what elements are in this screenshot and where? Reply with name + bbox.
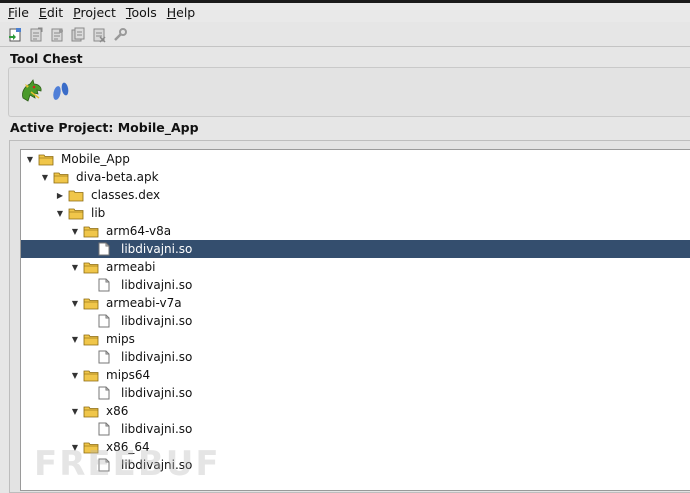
folder-open-icon bbox=[83, 296, 99, 310]
menu-tools[interactable]: Tools bbox=[126, 5, 157, 20]
tree-label-lib: lib bbox=[91, 206, 106, 220]
tree-label-file: libdivajni.so bbox=[121, 350, 193, 364]
folder-open-icon bbox=[83, 332, 99, 346]
tree-label-file: libdivajni.so bbox=[121, 278, 193, 292]
tree-row-classes[interactable]: ▶ classes.dex bbox=[55, 186, 162, 204]
tree-label-apk: diva-beta.apk bbox=[76, 170, 159, 184]
expand-toggle-icon[interactable]: ▼ bbox=[40, 172, 50, 182]
tree-row-file[interactable]: libdivajni.so bbox=[98, 276, 194, 294]
tree-row-folder[interactable]: ▼ x86 bbox=[70, 402, 130, 420]
tree-label-folder: arm64-v8a bbox=[106, 224, 172, 238]
active-project-title: Active Project: Mobile_App bbox=[10, 120, 199, 135]
tree-row-folder[interactable]: ▼ arm64-v8a bbox=[70, 222, 173, 240]
export-icon[interactable] bbox=[48, 26, 66, 44]
tree-label-folder: mips64 bbox=[106, 368, 151, 382]
tree-row-file[interactable]: libdivajni.so bbox=[98, 348, 194, 366]
tree-row-file[interactable]: libdivajni.so bbox=[98, 420, 194, 438]
tool-chest-panel bbox=[8, 67, 690, 117]
file-icon bbox=[98, 422, 114, 436]
expand-toggle-icon[interactable]: ▼ bbox=[70, 262, 80, 272]
folder-open-icon bbox=[83, 404, 99, 418]
delete-icon[interactable] bbox=[90, 26, 108, 44]
expand-toggle-icon[interactable]: ▼ bbox=[70, 406, 80, 416]
tree-label-classes: classes.dex bbox=[91, 188, 161, 202]
expand-toggle-icon[interactable]: ▼ bbox=[70, 298, 80, 308]
tree-label-file: libdivajni.so bbox=[121, 242, 193, 256]
folder-closed-icon bbox=[68, 188, 84, 202]
watermark: FREEBUF bbox=[34, 444, 221, 484]
tree-label-folder: armeabi-v7a bbox=[106, 296, 182, 310]
folder-open-icon bbox=[68, 206, 84, 220]
project-tree-panel: ▼ Mobile_App ▼ diva-beta.apk ▶ classes.d… bbox=[9, 140, 690, 493]
codebrowser-dragon-icon[interactable] bbox=[19, 78, 45, 107]
folder-open-icon bbox=[53, 170, 69, 184]
collapse-toggle-icon[interactable]: ▶ bbox=[55, 190, 65, 200]
tree-row-folder[interactable]: ▼ mips bbox=[70, 330, 137, 348]
tree-label-folder: armeabi bbox=[106, 260, 156, 274]
batch-import-icon[interactable] bbox=[69, 26, 87, 44]
version-tracking-footprints-icon[interactable] bbox=[51, 78, 71, 107]
folder-open-icon bbox=[83, 260, 99, 274]
menu-bar: File Edit Project Tools Help bbox=[0, 3, 690, 22]
menu-file[interactable]: File bbox=[8, 5, 29, 20]
tree-label-folder: mips bbox=[106, 332, 135, 346]
tree-row-apk[interactable]: ▼ diva-beta.apk bbox=[40, 168, 161, 186]
expand-toggle-icon[interactable]: ▼ bbox=[55, 208, 65, 218]
file-icon bbox=[98, 386, 114, 400]
file-icon bbox=[98, 242, 114, 256]
tree-row-root[interactable]: ▼ Mobile_App bbox=[25, 150, 132, 168]
tree-row-folder[interactable]: ▼ armeabi bbox=[70, 258, 157, 276]
tree-row-file[interactable]: libdivajni.so bbox=[98, 312, 194, 330]
file-icon bbox=[98, 278, 114, 292]
menu-help[interactable]: Help bbox=[167, 5, 196, 20]
folder-open-icon bbox=[83, 224, 99, 238]
settings-icon[interactable] bbox=[111, 26, 129, 44]
expand-toggle-icon[interactable]: ▼ bbox=[25, 154, 35, 164]
tool-chest-title: Tool Chest bbox=[10, 51, 83, 66]
menu-edit[interactable]: Edit bbox=[39, 5, 63, 20]
tree-row-lib[interactable]: ▼ lib bbox=[55, 204, 107, 222]
tree-label-file: libdivajni.so bbox=[121, 422, 193, 436]
tree-row-file[interactable]: libdivajni.so bbox=[98, 384, 194, 402]
toolbar bbox=[0, 23, 690, 47]
folder-open-icon bbox=[38, 152, 54, 166]
menu-project[interactable]: Project bbox=[73, 5, 116, 20]
file-icon bbox=[98, 314, 114, 328]
expand-toggle-icon[interactable]: ▼ bbox=[70, 370, 80, 380]
expand-toggle-icon[interactable]: ▼ bbox=[70, 226, 80, 236]
project-tree[interactable]: ▼ Mobile_App ▼ diva-beta.apk ▶ classes.d… bbox=[20, 149, 690, 491]
tree-label-file: libdivajni.so bbox=[121, 314, 193, 328]
tree-label-folder: x86 bbox=[106, 404, 129, 418]
tree-label-root: Mobile_App bbox=[61, 152, 130, 166]
tree-row-file-selected[interactable]: libdivajni.so bbox=[98, 240, 194, 258]
tree-label-file: libdivajni.so bbox=[121, 386, 193, 400]
new-project-icon[interactable] bbox=[6, 26, 24, 44]
tree-row-folder[interactable]: ▼ mips64 bbox=[70, 366, 152, 384]
folder-open-icon bbox=[83, 368, 99, 382]
import-file-icon[interactable] bbox=[27, 26, 45, 44]
tree-row-folder[interactable]: ▼ armeabi-v7a bbox=[70, 294, 184, 312]
expand-toggle-icon[interactable]: ▼ bbox=[70, 334, 80, 344]
file-icon bbox=[98, 350, 114, 364]
